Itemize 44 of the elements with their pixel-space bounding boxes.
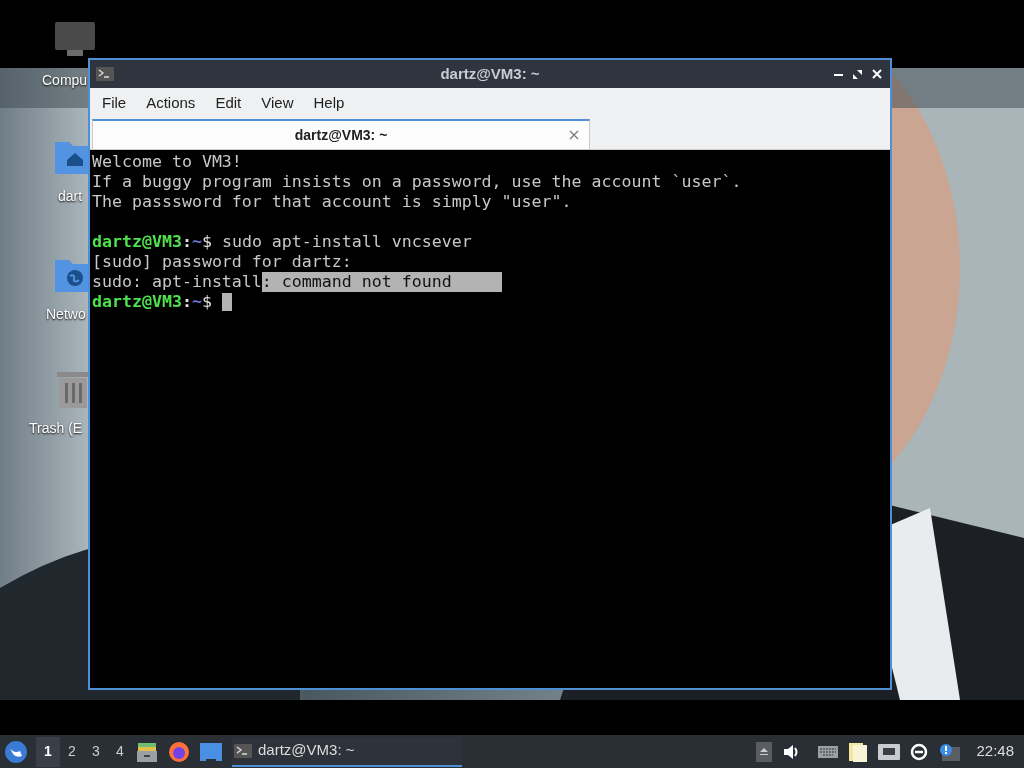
network-port-icon[interactable]	[878, 743, 901, 760]
menu-item[interactable]: Actions	[136, 91, 206, 115]
terminal-icon	[96, 67, 114, 81]
menu-item[interactable]: File	[92, 91, 137, 115]
prompt-path: ~	[191, 232, 202, 252]
prompt-separator: :	[181, 232, 192, 252]
workspace-button[interactable]: 4	[108, 736, 132, 767]
workspace-button[interactable]: 3	[84, 736, 108, 767]
menu-item[interactable]: Edit	[205, 91, 252, 115]
output-text: The passsword for that account is simply "user".	[92, 192, 572, 212]
output-text: sudo: apt-install	[92, 272, 262, 292]
output-text: If a buggy program insists on a password, use the account `user`.	[92, 172, 742, 192]
selected-text: : command not found	[261, 272, 502, 292]
eject-icon[interactable]	[756, 741, 773, 762]
bird-logo-icon[interactable]	[4, 739, 28, 764]
workspace-button[interactable]: 1	[36, 736, 60, 767]
desktop-icon-label[interactable]: Compu	[42, 70, 88, 91]
window-title: dartz@VM3: ~	[440, 63, 540, 84]
menu-item[interactable]: View	[251, 91, 304, 115]
menu-item[interactable]: Help	[303, 91, 355, 115]
task-button[interactable]: dartz@VM3: ~	[232, 736, 462, 767]
clock[interactable]: 22:48	[976, 740, 1014, 763]
notes-icon[interactable]	[848, 740, 869, 763]
command-text: sudo apt-install vncsever	[221, 232, 472, 252]
prompt-user: dartz@VM3	[92, 292, 182, 312]
workspace-button[interactable]: 2	[60, 736, 84, 767]
keyboard-icon[interactable]	[818, 745, 839, 758]
notification-icon[interactable]	[938, 742, 961, 761]
trash-icon	[55, 370, 91, 410]
monitor-icon	[55, 22, 95, 58]
desktop-icon[interactable]	[200, 742, 222, 761]
prompt-symbol: $	[201, 232, 213, 252]
prompt-path: ~	[191, 292, 202, 312]
file-cabinet-icon[interactable]	[136, 740, 158, 763]
prompt-user: dartz@VM3	[92, 232, 182, 252]
update-icon[interactable]	[910, 742, 929, 761]
prompt-symbol: $	[201, 292, 213, 312]
tab[interactable]: dartz@VM3: ~	[92, 119, 590, 149]
browser-icon[interactable]	[168, 740, 190, 763]
prompt-separator: :	[181, 292, 192, 312]
terminal-icon	[234, 743, 252, 758]
output-text: [sudo] password for dartz:	[92, 252, 352, 272]
maximize-icon[interactable]	[853, 69, 862, 79]
output-text: Welcome to VM3!	[92, 152, 242, 172]
